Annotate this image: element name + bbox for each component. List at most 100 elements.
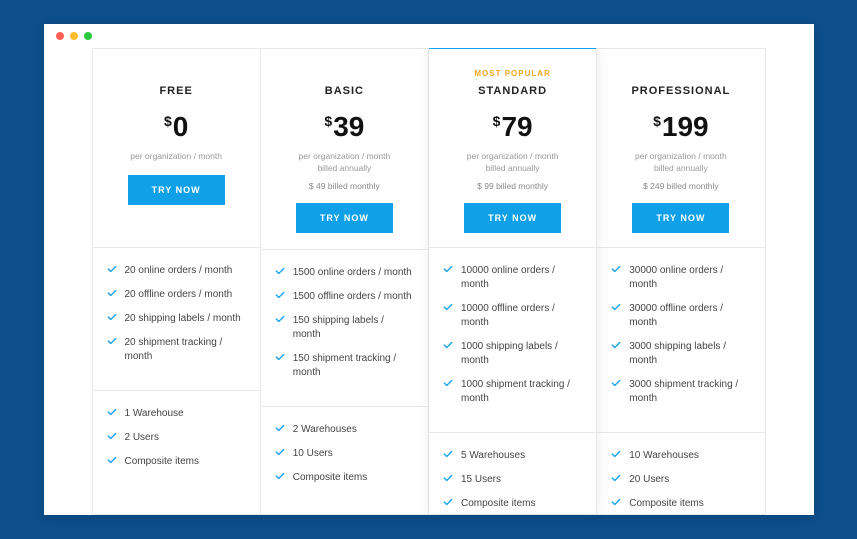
feature-item: 1000 shipment tracking / month (443, 378, 582, 406)
feature-item: 10 Warehouses (611, 449, 750, 463)
feature-text: 10000 offline orders / month (461, 302, 582, 330)
check-icon (275, 290, 285, 300)
alt-billing: $ 249 billed monthly (607, 181, 754, 191)
popular-badge (607, 69, 754, 79)
check-icon (107, 312, 117, 322)
plan-name: STANDARD (439, 85, 586, 97)
check-icon (611, 340, 621, 350)
feature-text: 30000 offline orders / month (629, 302, 750, 330)
maximize-icon[interactable] (84, 32, 92, 40)
feature-text: Composite items (629, 497, 703, 511)
plan-name: FREE (103, 85, 250, 97)
plan-column-basic: BASIC $39 per organization / monthbilled a… (261, 49, 429, 514)
price-subtext: per organization / month (607, 151, 754, 163)
feature-item: 1 Warehouse (107, 407, 246, 421)
feature-item: 15 Users (443, 473, 582, 487)
check-icon (443, 473, 453, 483)
feature-item: 20 shipment tracking / month (107, 336, 246, 364)
feature-item: 30000 online orders / month (611, 264, 750, 292)
feature-text: 20 shipment tracking / month (125, 336, 246, 364)
check-icon (611, 497, 621, 507)
feature-item: Composite items (107, 455, 246, 469)
feature-item: 2 Users (107, 431, 246, 445)
popular-badge: MOST POPULAR (439, 69, 586, 79)
feature-item: 1500 online orders / month (275, 266, 414, 280)
billing-cycle: billed annually (271, 163, 418, 175)
features-block-orders: 20 online orders / month 20 offline order… (93, 247, 260, 390)
check-icon (107, 336, 117, 346)
feature-item: 2 Warehouses (275, 423, 414, 437)
feature-text: 10000 online orders / month (461, 264, 582, 292)
check-icon (275, 471, 285, 481)
check-icon (107, 264, 117, 274)
feature-item: 1500 offline orders / month (275, 290, 414, 304)
feature-item: 3000 shipping labels / month (611, 340, 750, 368)
features-block-orders: 10000 online orders / month 10000 offline… (429, 247, 596, 432)
feature-item: 150 shipping labels / month (275, 314, 414, 342)
feature-text: 1 Warehouse (125, 407, 184, 421)
feature-item: 20 online orders / month (107, 264, 246, 278)
feature-text: 20 online orders / month (125, 264, 233, 278)
check-icon (275, 423, 285, 433)
check-icon (443, 264, 453, 274)
minimize-icon[interactable] (70, 32, 78, 40)
plan-header: PROFESSIONAL $199 per organization / month… (597, 49, 764, 247)
feature-text: 5 Warehouses (461, 449, 525, 463)
check-icon (275, 352, 285, 362)
feature-text: 3000 shipping labels / month (629, 340, 750, 368)
try-now-button[interactable]: TRY NOW (128, 175, 225, 205)
plan-header: BASIC $39 per organization / monthbilled a… (261, 49, 428, 249)
alt-billing: $ 99 billed monthly (439, 181, 586, 191)
features-block-resources: 10 Warehouses 20 Users Composite items (597, 432, 764, 515)
plan-column-professional: PROFESSIONAL $199 per organization / month… (597, 49, 764, 514)
feature-text: 15 Users (461, 473, 501, 487)
feature-text: 30000 online orders / month (629, 264, 750, 292)
feature-text: 3000 shipment tracking / month (629, 378, 750, 406)
currency-symbol: $ (324, 113, 332, 129)
plan-name: BASIC (271, 85, 418, 97)
check-icon (443, 497, 453, 507)
close-icon[interactable] (56, 32, 64, 40)
feature-text: 150 shipping labels / month (293, 314, 414, 342)
feature-text: 150 shipment tracking / month (293, 352, 414, 380)
currency-symbol: $ (653, 113, 661, 129)
feature-text: Composite items (293, 471, 367, 485)
feature-text: 1500 offline orders / month (293, 290, 412, 304)
check-icon (443, 302, 453, 312)
check-icon (443, 449, 453, 459)
check-icon (443, 378, 453, 388)
features-block-resources: 1 Warehouse 2 Users Composite items (93, 390, 260, 495)
plan-name: PROFESSIONAL (607, 85, 754, 97)
billing-cycle: billed annually (607, 163, 754, 175)
feature-item: 30000 offline orders / month (611, 302, 750, 330)
feature-item: 10 Users (275, 447, 414, 461)
feature-item: 1000 shipping labels / month (443, 340, 582, 368)
try-now-button[interactable]: TRY NOW (632, 203, 729, 233)
pricing-table: FREE$0per organization / monthTRY NOW20 … (44, 48, 814, 515)
price-amount: 39 (333, 111, 364, 143)
feature-text: 20 offline orders / month (125, 288, 233, 302)
price-subtext: per organization / month (271, 151, 418, 163)
feature-item: 3000 shipment tracking / month (611, 378, 750, 406)
popular-badge (103, 69, 250, 79)
try-now-button[interactable]: TRY NOW (296, 203, 393, 233)
plan-price: $39 (271, 111, 418, 143)
check-icon (107, 407, 117, 417)
feature-text: 2 Users (125, 431, 159, 445)
check-icon (275, 447, 285, 457)
try-now-button[interactable]: TRY NOW (464, 203, 561, 233)
feature-text: 20 Users (629, 473, 669, 487)
price-subtext: per organization / month (439, 151, 586, 163)
currency-symbol: $ (493, 113, 501, 129)
features-block-resources: 5 Warehouses15 UsersComposite items (429, 432, 596, 515)
features-block-resources: 2 Warehouses 10 Users Composite items (261, 406, 428, 511)
price-subtext: per organization / month (103, 151, 250, 163)
browser-window: FREE$0per organization / monthTRY NOW20 … (44, 24, 814, 515)
check-icon (611, 264, 621, 274)
price-amount: 199 (662, 111, 709, 143)
feature-text: 10 Warehouses (629, 449, 699, 463)
alt-billing: $ 49 billed monthly (271, 181, 418, 191)
feature-text: 1500 online orders / month (293, 266, 412, 280)
check-icon (107, 288, 117, 298)
billing-cycle: billed annually (439, 163, 586, 175)
